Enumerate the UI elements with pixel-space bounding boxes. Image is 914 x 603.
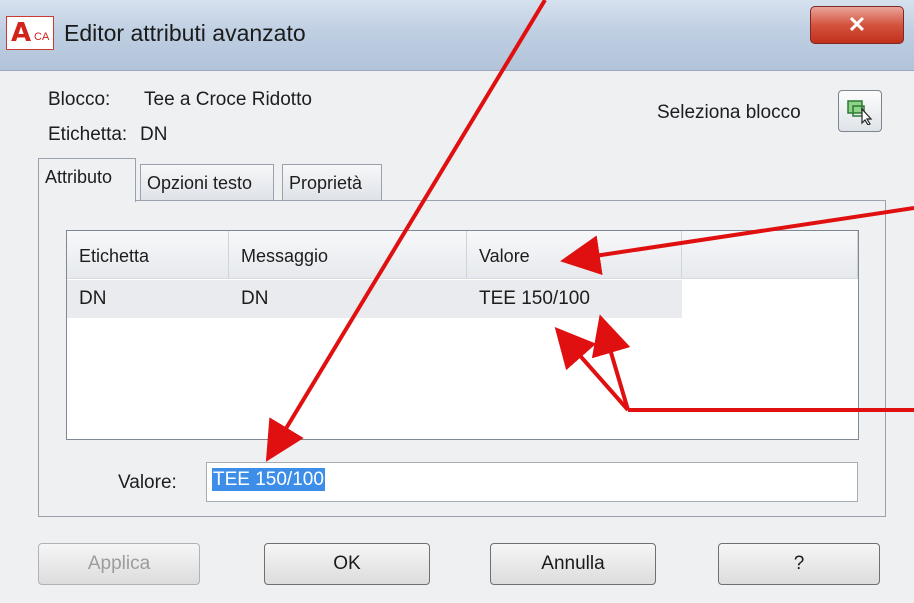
attribute-editor-dialog: A CA Editor attributi avanzato ✕ Blocco:… bbox=[0, 0, 914, 603]
annotation-arrow-to-value-field bbox=[265, 0, 547, 462]
annotation-overlay bbox=[265, 0, 914, 462]
annotation-arrow-to-value-header bbox=[560, 206, 914, 276]
tab-attribute[interactable]: Attributo bbox=[38, 158, 136, 202]
